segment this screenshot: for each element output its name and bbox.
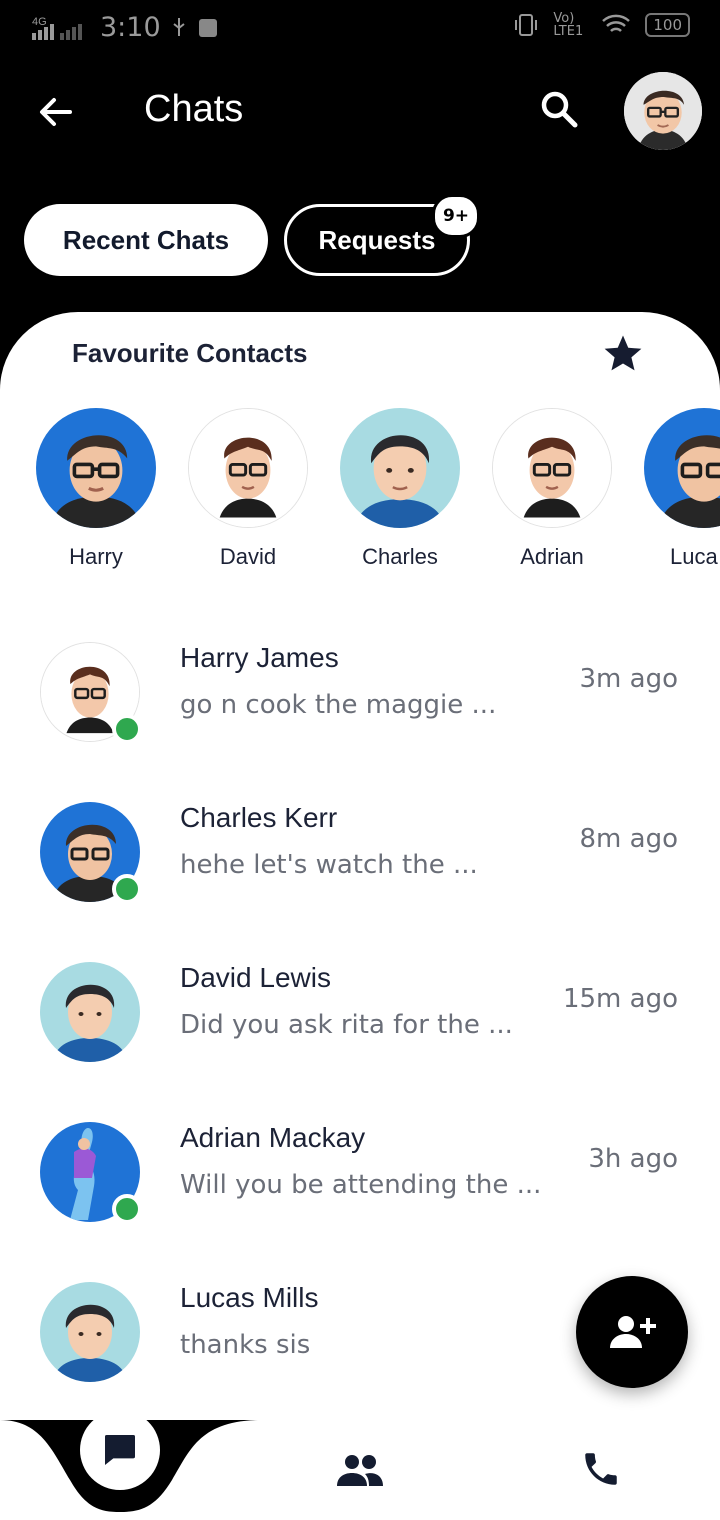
status-bar: 4G 3:10 Vo) LTE1 100 — [0, 0, 720, 56]
favourite-contact[interactable]: Harry — [36, 408, 156, 570]
favourite-contact[interactable]: Charles — [340, 408, 460, 570]
contact-name: Charles — [362, 544, 438, 569]
phone-icon — [585, 1453, 617, 1485]
favourite-contacts-list: Harry David Charles Adrian Luca — [0, 408, 720, 588]
favourite-contact[interactable]: Luca — [644, 408, 720, 570]
tab-recent-chats[interactable]: Recent Chats — [24, 204, 268, 276]
people-icon — [337, 1455, 383, 1486]
chat-timestamp: 15m ago — [562, 984, 678, 1014]
app-header: Chats — [0, 56, 720, 176]
avatar — [644, 408, 720, 528]
avatar — [188, 408, 308, 528]
chat-list-item[interactable]: Charles Kerr hehe let's watch the ... 8m… — [0, 784, 720, 934]
chat-last-message: Did you ask rita for the ... — [180, 1010, 513, 1040]
avatar — [40, 962, 140, 1062]
chat-list-item[interactable]: Harry James go n cook the maggie ... 3m … — [0, 624, 720, 774]
avatar — [36, 408, 156, 528]
lte-indicator: Vo) LTE1 — [553, 11, 584, 39]
add-contact-button[interactable] — [576, 1276, 688, 1388]
page-title: Chats — [144, 88, 244, 130]
contact-name: Harry — [69, 544, 123, 569]
app-notification-icon — [198, 18, 217, 37]
chat-last-message: Will you be attending the ... — [180, 1170, 542, 1200]
chat-contact-name: Harry James — [180, 642, 339, 673]
chat-bubble-icon — [105, 1435, 135, 1465]
online-status-dot — [112, 1194, 142, 1224]
back-arrow-icon[interactable] — [36, 92, 76, 132]
chat-list-item[interactable]: David Lewis Did you ask rita for the ...… — [0, 944, 720, 1094]
usb-icon — [173, 17, 185, 36]
avatar — [340, 408, 460, 528]
svg-text:4G: 4G — [32, 16, 47, 28]
requests-count-badge: 9+ — [432, 194, 480, 238]
favourite-contact[interactable]: David — [188, 408, 308, 570]
avatar — [40, 1282, 140, 1382]
chat-list-item[interactable]: Adrian Mackay Will you be attending the … — [0, 1104, 720, 1254]
chat-contact-name: David Lewis — [180, 962, 331, 993]
chat-timestamp: 3h ago — [588, 1144, 678, 1174]
vibrate-icon — [515, 14, 538, 36]
profile-avatar[interactable] — [624, 72, 702, 150]
contact-name: Luca — [670, 544, 718, 569]
chat-contact-name: Lucas Mills — [180, 1282, 319, 1313]
chat-last-message: thanks sis — [180, 1330, 311, 1360]
chats-panel: Favourite Contacts Harry David Charles A… — [0, 312, 720, 1422]
chat-timestamp: 3m ago — [579, 664, 678, 694]
chat-timestamp: 8m ago — [579, 824, 678, 854]
nav-calls[interactable] — [578, 1446, 624, 1492]
favourite-contact[interactable]: Adrian — [492, 408, 612, 570]
contact-name: Adrian — [520, 544, 584, 569]
search-icon[interactable] — [538, 88, 582, 132]
chat-contact-name: Charles Kerr — [180, 802, 338, 833]
signal-icon: 4G — [32, 16, 82, 40]
battery-indicator: 100 — [645, 13, 690, 37]
nav-chats[interactable] — [80, 1410, 160, 1490]
add-person-icon — [610, 1316, 656, 1348]
online-status-dot — [112, 714, 142, 744]
clock: 3:10 — [100, 12, 161, 43]
chat-last-message: hehe let's watch the ... — [180, 850, 478, 880]
chat-contact-name: Adrian Mackay — [180, 1122, 366, 1153]
contact-name: David — [219, 544, 277, 569]
bottom-navigation — [0, 1410, 720, 1520]
nav-contacts[interactable] — [332, 1448, 388, 1492]
online-status-dot — [112, 874, 142, 904]
wifi-icon — [602, 14, 631, 32]
star-icon[interactable] — [602, 332, 644, 374]
avatar — [492, 408, 612, 528]
favourite-contacts-title: Favourite Contacts — [72, 338, 308, 368]
chat-last-message: go n cook the maggie ... — [180, 690, 497, 720]
